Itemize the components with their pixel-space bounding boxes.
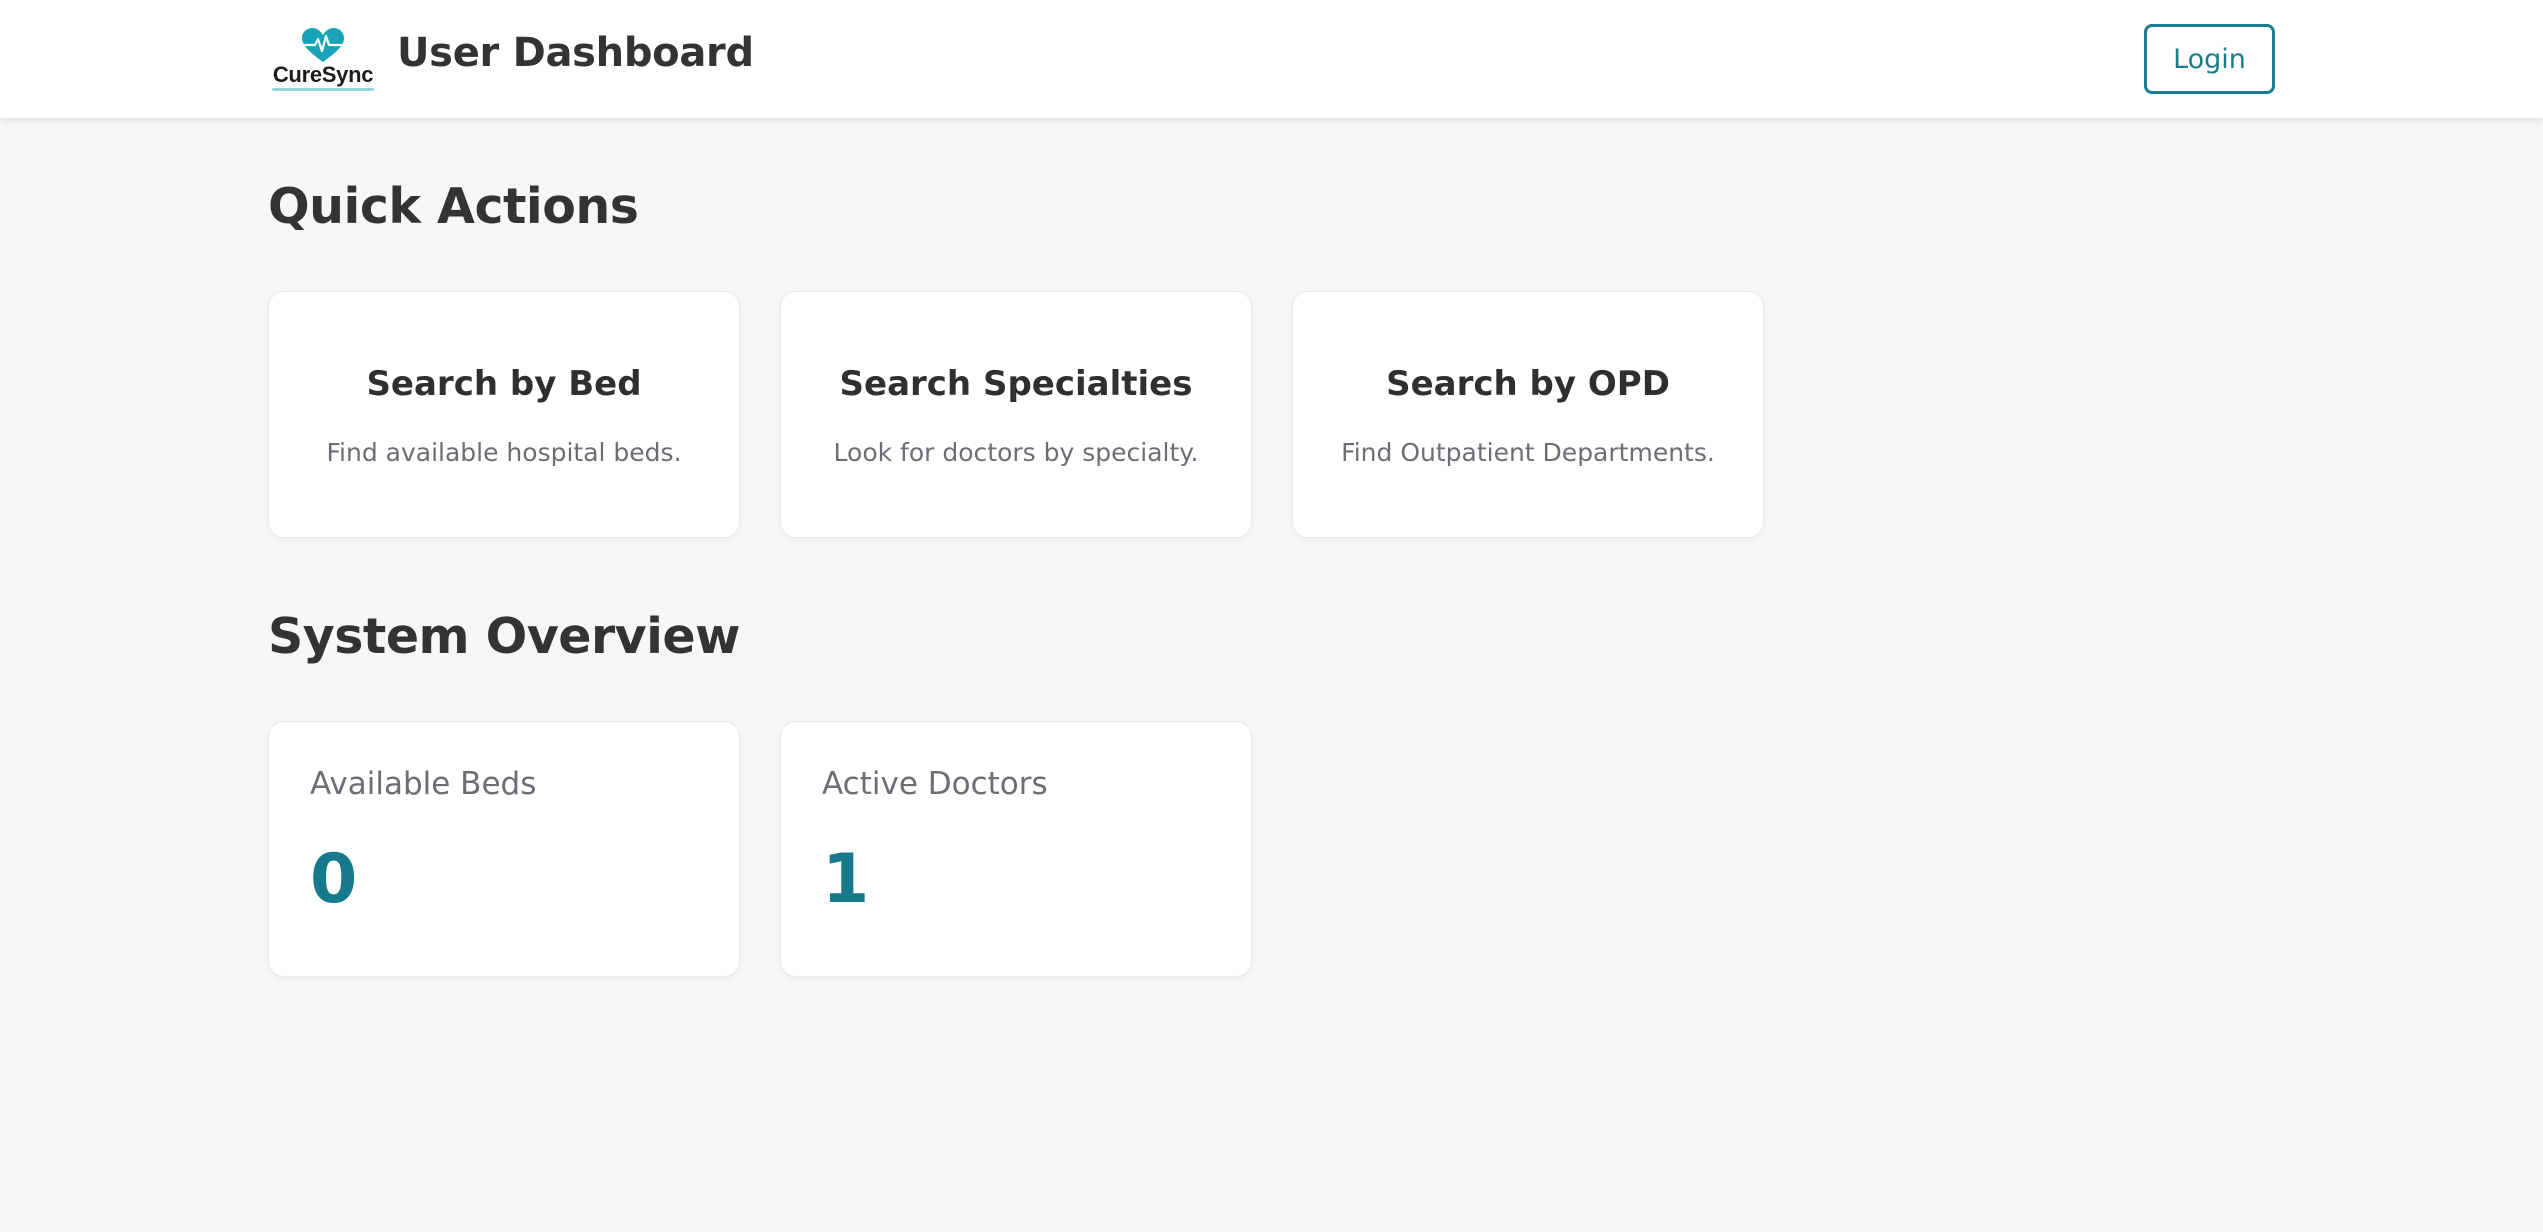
available-beds-stat-card: Available Beds 0 <box>268 721 740 977</box>
active-doctors-stat-card: Active Doctors 1 <box>780 721 1252 977</box>
card-title: Search by OPD <box>1386 364 1670 404</box>
card-description: Find available hospital beds. <box>326 438 682 467</box>
stat-label: Available Beds <box>310 766 537 802</box>
curesync-logo[interactable]: CureSync <box>268 26 378 96</box>
system-overview-title: System Overview <box>268 608 740 665</box>
page-title: User Dashboard <box>397 30 754 76</box>
search-by-bed-card[interactable]: Search by Bed Find available hospital be… <box>268 291 740 538</box>
card-description: Look for doctors by specialty. <box>833 438 1199 467</box>
logo-text: CureSync <box>272 62 374 87</box>
quick-actions-title: Quick Actions <box>268 178 639 235</box>
stat-value: 1 <box>822 840 870 919</box>
search-by-opd-card[interactable]: Search by OPD Find Outpatient Department… <box>1292 291 1764 538</box>
login-button[interactable]: Login <box>2144 24 2275 94</box>
logo-tagline <box>272 88 374 91</box>
card-title: Search by Bed <box>366 364 642 404</box>
heart-pulse-icon <box>302 28 344 62</box>
top-header: CureSync User Dashboard Login <box>0 0 2543 119</box>
card-title: Search Specialties <box>839 364 1193 404</box>
stat-value: 0 <box>310 840 358 919</box>
search-specialties-card[interactable]: Search Specialties Look for doctors by s… <box>780 291 1252 538</box>
stat-label: Active Doctors <box>822 766 1048 802</box>
card-description: Find Outpatient Departments. <box>1341 438 1715 467</box>
